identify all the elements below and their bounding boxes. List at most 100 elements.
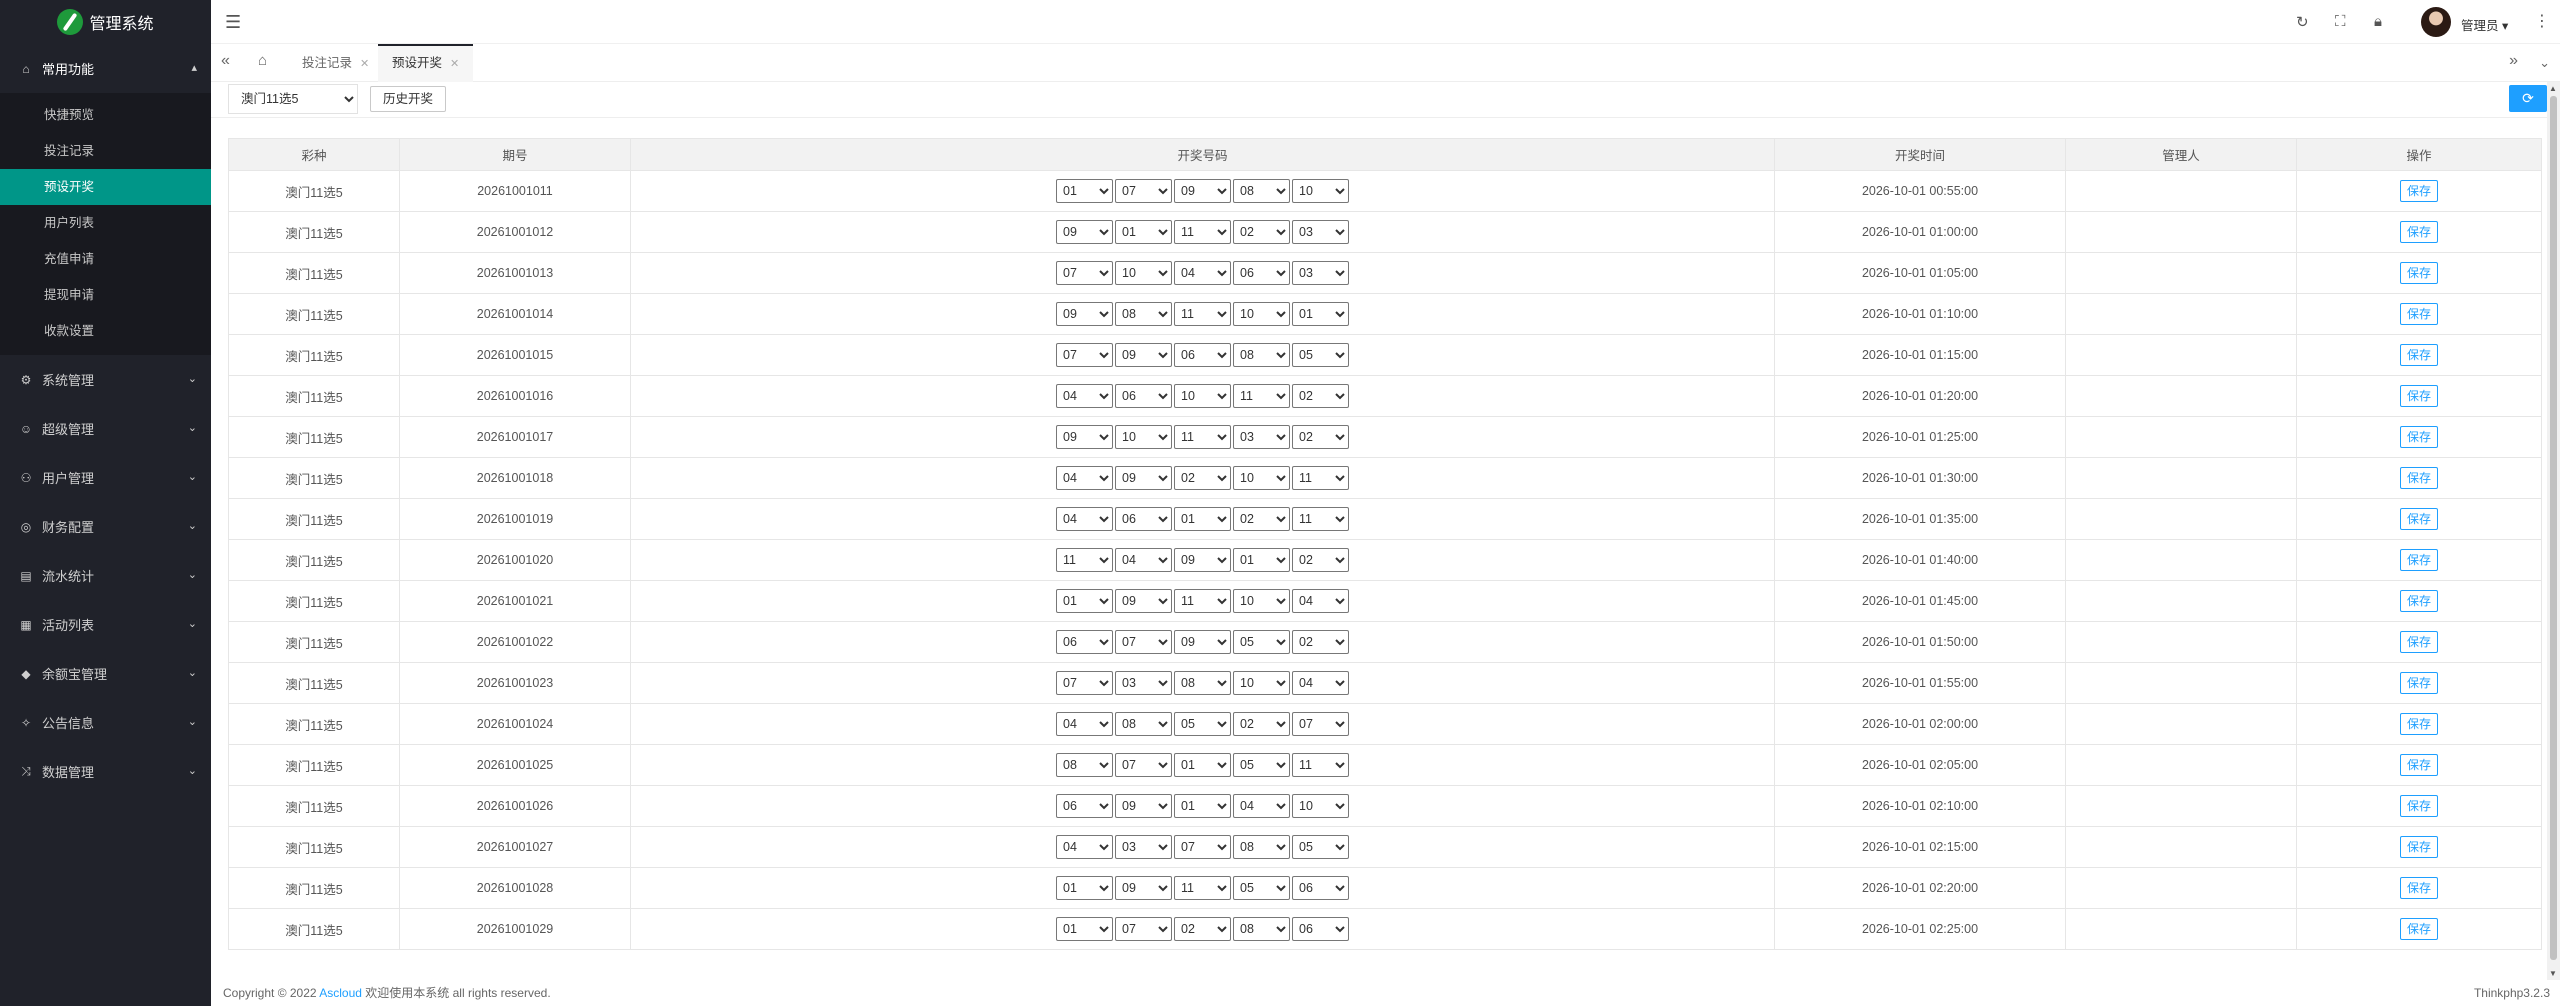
number-select[interactable]: 03 xyxy=(1115,835,1172,859)
number-select[interactable]: 08 xyxy=(1233,917,1290,941)
save-button[interactable]: 保存 xyxy=(2399,836,2438,858)
sidebar-subitem[interactable]: 充值申请 xyxy=(0,241,211,277)
number-select[interactable]: 01 xyxy=(1233,548,1290,572)
lottery-select[interactable]: 澳门11选5 xyxy=(228,84,358,114)
sidebar-subitem[interactable]: 提现申请 xyxy=(0,277,211,313)
number-select[interactable]: 05 xyxy=(1233,876,1290,900)
number-select[interactable]: 04 xyxy=(1233,794,1290,818)
tab-scroll-right-icon[interactable]: » xyxy=(2509,52,2518,70)
number-select[interactable]: 08 xyxy=(1056,753,1113,777)
number-select[interactable]: 03 xyxy=(1115,671,1172,695)
number-select[interactable]: 07 xyxy=(1056,343,1113,367)
number-select[interactable]: 09 xyxy=(1115,589,1172,613)
save-button[interactable]: 保存 xyxy=(2399,877,2438,899)
number-select[interactable]: 02 xyxy=(1292,630,1349,654)
tab-scroll-left-icon[interactable]: « xyxy=(221,52,230,70)
number-select[interactable]: 10 xyxy=(1233,589,1290,613)
number-select[interactable]: 03 xyxy=(1292,261,1349,285)
number-select[interactable]: 10 xyxy=(1115,261,1172,285)
sidebar-subitem[interactable]: 预设开奖 xyxy=(0,169,211,205)
number-select[interactable]: 03 xyxy=(1292,220,1349,244)
number-select[interactable]: 02 xyxy=(1174,466,1231,490)
number-select[interactable]: 06 xyxy=(1292,876,1349,900)
scroll-up-arrow-icon[interactable]: ▲ xyxy=(2549,84,2557,93)
save-button[interactable]: 保存 xyxy=(2399,262,2438,284)
menu-group-common[interactable]: ⌂ 常用功能 ▴ xyxy=(0,44,211,93)
number-select[interactable]: 07 xyxy=(1115,179,1172,203)
number-select[interactable]: 06 xyxy=(1115,507,1172,531)
number-select[interactable]: 09 xyxy=(1115,794,1172,818)
number-select[interactable]: 10 xyxy=(1233,466,1290,490)
number-select[interactable]: 08 xyxy=(1174,671,1231,695)
number-select[interactable]: 07 xyxy=(1292,712,1349,736)
number-select[interactable]: 01 xyxy=(1292,302,1349,326)
number-select[interactable]: 08 xyxy=(1233,343,1290,367)
number-select[interactable]: 09 xyxy=(1174,548,1231,572)
number-select[interactable]: 11 xyxy=(1292,507,1349,531)
menu-toggle-icon[interactable]: ☰ xyxy=(225,12,241,33)
fullscreen-icon[interactable]: ⛶ xyxy=(2335,13,2346,30)
save-button[interactable]: 保存 xyxy=(2399,713,2438,735)
number-select[interactable]: 04 xyxy=(1056,507,1113,531)
save-button[interactable]: 保存 xyxy=(2399,303,2438,325)
number-select[interactable]: 09 xyxy=(1056,302,1113,326)
number-select[interactable]: 02 xyxy=(1233,507,1290,531)
number-select[interactable]: 02 xyxy=(1233,220,1290,244)
menu-group[interactable]: ◆ 余额宝管理 ⌄ xyxy=(0,649,211,698)
number-select[interactable]: 11 xyxy=(1174,589,1231,613)
sidebar-subitem[interactable]: 投注记录 xyxy=(0,133,211,169)
more-vertical-icon[interactable]: ⋮ xyxy=(2534,11,2550,31)
number-select[interactable]: 01 xyxy=(1056,876,1113,900)
brand-link[interactable]: Ascloud xyxy=(319,986,362,1000)
number-select[interactable]: 07 xyxy=(1056,671,1113,695)
save-button[interactable]: 保存 xyxy=(2399,672,2438,694)
number-select[interactable]: 10 xyxy=(1115,425,1172,449)
number-select[interactable]: 10 xyxy=(1233,302,1290,326)
number-select[interactable]: 06 xyxy=(1233,261,1290,285)
number-select[interactable]: 09 xyxy=(1115,343,1172,367)
number-select[interactable]: 04 xyxy=(1292,589,1349,613)
number-select[interactable]: 06 xyxy=(1292,917,1349,941)
number-select[interactable]: 11 xyxy=(1174,876,1231,900)
number-select[interactable]: 05 xyxy=(1233,630,1290,654)
number-select[interactable]: 04 xyxy=(1174,261,1231,285)
number-select[interactable]: 07 xyxy=(1115,630,1172,654)
number-select[interactable]: 07 xyxy=(1056,261,1113,285)
number-select[interactable]: 11 xyxy=(1292,753,1349,777)
number-select[interactable]: 06 xyxy=(1115,384,1172,408)
number-select[interactable]: 11 xyxy=(1174,425,1231,449)
tab-preset-draw[interactable]: 预设开奖 ✕ xyxy=(378,44,474,82)
number-select[interactable]: 01 xyxy=(1174,794,1231,818)
number-select[interactable]: 06 xyxy=(1174,343,1231,367)
number-select[interactable]: 11 xyxy=(1174,220,1231,244)
scrollbar-thumb[interactable] xyxy=(2550,96,2557,960)
number-select[interactable]: 06 xyxy=(1056,794,1113,818)
home-tab-icon[interactable]: ⌂ xyxy=(258,52,267,69)
menu-group[interactable]: ▦ 活动列表 ⌄ xyxy=(0,600,211,649)
history-draw-button[interactable]: 历史开奖 xyxy=(370,86,447,112)
save-button[interactable]: 保存 xyxy=(2399,344,2438,366)
number-select[interactable]: 08 xyxy=(1115,302,1172,326)
save-button[interactable]: 保存 xyxy=(2399,385,2438,407)
save-button[interactable]: 保存 xyxy=(2399,549,2438,571)
lock-icon[interactable]: 🔒︎ xyxy=(2374,13,2382,30)
save-button[interactable]: 保存 xyxy=(2399,918,2438,940)
number-select[interactable]: 02 xyxy=(1292,425,1349,449)
menu-group[interactable]: ⚙ 系统管理 ⌄ xyxy=(0,355,211,404)
number-select[interactable]: 05 xyxy=(1174,712,1231,736)
number-select[interactable]: 07 xyxy=(1115,753,1172,777)
number-select[interactable]: 11 xyxy=(1174,302,1231,326)
number-select[interactable]: 09 xyxy=(1115,466,1172,490)
number-select[interactable]: 04 xyxy=(1056,384,1113,408)
close-icon[interactable]: ✕ xyxy=(450,58,459,70)
number-select[interactable]: 10 xyxy=(1292,179,1349,203)
number-select[interactable]: 04 xyxy=(1056,712,1113,736)
number-select[interactable]: 10 xyxy=(1174,384,1231,408)
sidebar-subitem[interactable]: 快捷预览 xyxy=(0,97,211,133)
number-select[interactable]: 10 xyxy=(1292,794,1349,818)
number-select[interactable]: 01 xyxy=(1115,220,1172,244)
tab-bet-records[interactable]: 投注记录 ✕ xyxy=(288,44,383,82)
number-select[interactable]: 08 xyxy=(1115,712,1172,736)
number-select[interactable]: 07 xyxy=(1174,835,1231,859)
number-select[interactable]: 04 xyxy=(1292,671,1349,695)
